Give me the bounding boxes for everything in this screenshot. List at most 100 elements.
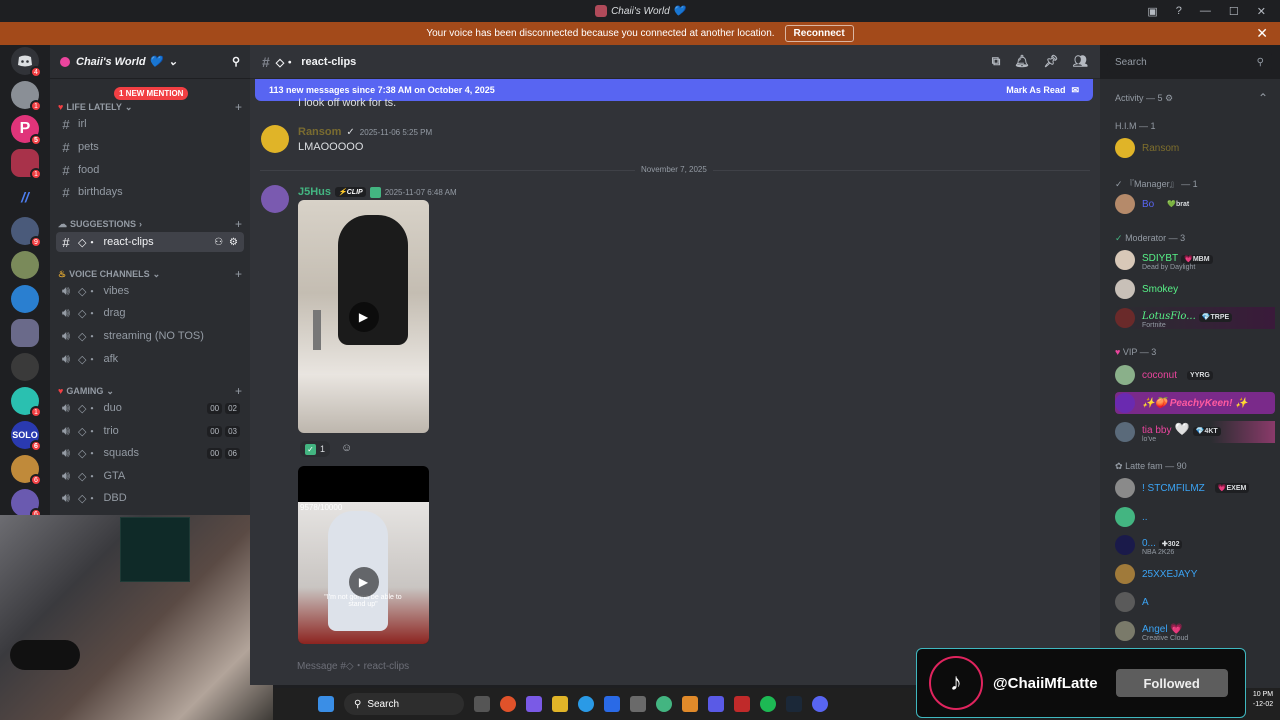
taskbar-search[interactable]: ⚲ Search <box>344 693 464 715</box>
members-icon[interactable]: 👥︎ <box>1073 54 1088 69</box>
server-item[interactable]: SOLO 6 <box>11 421 42 452</box>
add-channel-icon[interactable]: + <box>235 267 242 281</box>
server-item[interactable] <box>11 353 39 381</box>
teams-icon[interactable] <box>708 696 724 712</box>
diamond-icon: ◇・ <box>275 56 296 69</box>
voice-channel-item[interactable]: 🔊︎ ◇・ DBD <box>56 488 244 508</box>
discord-icon[interactable] <box>812 696 828 712</box>
member-item[interactable]: Angel 💗 Creative Cloud <box>1115 620 1275 642</box>
reconnect-button[interactable]: Reconnect <box>784 25 854 42</box>
member-item[interactable]: 0... ✚302 NBA 2K26 <box>1115 534 1275 556</box>
threads-icon[interactable]: ⧉ <box>992 54 1001 69</box>
channel-item-react-clips[interactable]: # ◇・ react-clips ⚇ ⚙ <box>56 232 244 252</box>
play-icon[interactable]: ▶ <box>348 567 379 597</box>
channel-item[interactable]: # food <box>56 160 244 180</box>
member-item[interactable]: ! STCMFILMZ 💗EXEM <box>1115 477 1275 499</box>
bell-icon[interactable]: 🔔︎ <box>1014 54 1029 69</box>
new-mention-pill[interactable]: 1 NEW MENTION <box>114 87 189 100</box>
category-suggestions[interactable]: ☁ SUGGESTIONS › + <box>58 217 242 231</box>
app-icon[interactable] <box>500 696 516 712</box>
voice-channel-item[interactable]: 🔊︎ ◇・ GTA <box>56 466 244 486</box>
member-item[interactable]: 25XXEJAYY <box>1115 563 1275 585</box>
play-icon[interactable]: ▶ <box>348 301 379 332</box>
server-item[interactable] <box>11 319 39 347</box>
server-item[interactable]: 6 <box>11 489 42 520</box>
add-channel-icon[interactable]: + <box>235 217 242 231</box>
inbox-icon[interactable]: ▣ <box>1147 5 1157 18</box>
voice-channel-item[interactable]: 🔊︎ ◇・ squads 00 06 <box>56 443 244 463</box>
avatar[interactable] <box>261 125 289 153</box>
category-life-lately[interactable]: ♥ LIFE LATELY ⌄ + <box>58 100 242 114</box>
member-item[interactable]: SDIYBT 💗MBM Dead by Daylight <box>1115 249 1275 271</box>
edge-icon[interactable] <box>578 696 594 712</box>
app-icon[interactable] <box>734 696 750 712</box>
member-item[interactable]: tia bby 🤍 💎4KT lo've <box>1115 421 1275 443</box>
mark-as-read-button[interactable]: Mark As Read <box>1006 85 1065 95</box>
member-item[interactable]: Ransom <box>1115 137 1275 159</box>
search-input[interactable]: Search ⚲ <box>1107 52 1272 72</box>
voice-channel-item[interactable]: 🔊︎ ◇・ drag <box>56 303 244 323</box>
server-item[interactable] <box>11 251 39 279</box>
folder-icon[interactable] <box>552 696 568 712</box>
avatar[interactable] <box>261 185 289 213</box>
store-icon[interactable] <box>604 696 620 712</box>
invite-icon[interactable]: ⚇ <box>214 237 223 248</box>
username[interactable]: J5Hus <box>298 186 331 198</box>
add-channel-icon[interactable]: + <box>235 384 242 398</box>
maximize-button[interactable]: ☐ <box>1229 5 1239 18</box>
server-item[interactable]: 6 <box>11 455 42 486</box>
server-boost-icon <box>60 56 70 67</box>
channel-item[interactable]: # birthdays <box>56 182 244 202</box>
server-item[interactable]: 1 <box>11 387 42 418</box>
taskbar-clock[interactable]: 10 PM -12-02 <box>1246 690 1280 718</box>
username[interactable]: Ransom <box>298 126 341 138</box>
server-item[interactable]: 1 <box>11 81 42 112</box>
close-icon[interactable]: ✕ <box>1256 25 1268 42</box>
member-item[interactable]: A <box>1115 591 1275 613</box>
voice-channel-item[interactable]: 🔊︎ ◇・ vibes <box>56 281 244 301</box>
member-item[interactable]: ✨🍑 PeachyKeen! ✨ <box>1115 392 1275 414</box>
task-view-icon[interactable] <box>474 696 490 712</box>
chrome-icon[interactable] <box>656 696 672 712</box>
minimize-button[interactable]: — <box>1200 5 1211 17</box>
voice-channel-item[interactable]: 🔊︎ ◇・ afk <box>56 349 244 369</box>
video-attachment[interactable]: ▶ <box>298 200 429 433</box>
category-voice[interactable]: ♨ VOICE CHANNELS ⌄ + <box>58 267 242 281</box>
gear-icon[interactable]: ⚙ <box>229 237 238 248</box>
reaction-checkmark[interactable]: ✓ 1 <box>300 441 331 457</box>
server-item[interactable] <box>11 285 39 313</box>
help-icon[interactable]: ? <box>1176 5 1182 17</box>
channel-item[interactable]: # irl <box>56 114 244 134</box>
voice-channel-item[interactable]: 🔊︎ ◇・ streaming (NO TOS) <box>56 326 244 346</box>
app-icon[interactable] <box>630 696 646 712</box>
server-item[interactable]: P5 <box>11 115 42 146</box>
server-header[interactable]: Chaii's World 💙 ⌄ ⚲ <box>50 45 250 79</box>
add-channel-icon[interactable]: + <box>235 100 242 114</box>
server-item-active[interactable]: 1 <box>11 149 42 180</box>
category-gaming[interactable]: ♥ GAMING ⌄ + <box>58 384 242 398</box>
member-item[interactable]: LotusFlo... 💎TRPE Fortnite <box>1115 307 1275 329</box>
server-item[interactable]: // <box>11 183 39 211</box>
member-item[interactable]: .. <box>1115 506 1275 528</box>
taskbar-search-label: Search <box>367 698 400 710</box>
add-reaction-icon[interactable]: ☺ <box>341 442 352 454</box>
chevron-up-icon[interactable]: ⌃ <box>1258 91 1268 105</box>
copilot-icon[interactable] <box>526 696 542 712</box>
close-button[interactable]: ✕ <box>1257 5 1266 18</box>
activity-header[interactable]: Activity — 5 ⚙ <box>1115 93 1173 104</box>
voice-channel-item[interactable]: 🔊︎ ◇・ duo 00 02 <box>56 398 244 418</box>
member-item[interactable]: Bo 💚brat <box>1115 193 1275 215</box>
channel-item[interactable]: # pets <box>56 137 244 157</box>
member-item[interactable]: Smokey <box>1115 278 1275 300</box>
server-item[interactable]: 9 <box>11 217 42 248</box>
pin-icon[interactable]: 📌︎ <box>1044 54 1059 69</box>
app-icon[interactable] <box>682 696 698 712</box>
add-friend-icon[interactable]: ⚲ <box>232 55 240 68</box>
member-item[interactable]: coconut YYRG <box>1115 364 1275 386</box>
start-icon[interactable] <box>318 696 334 712</box>
voice-channel-item[interactable]: 🔊︎ ◇・ trio 00 03 <box>56 421 244 441</box>
steam-icon[interactable] <box>786 696 802 712</box>
spotify-icon[interactable] <box>760 696 776 712</box>
home-button[interactable]: 4 <box>11 47 42 78</box>
video-attachment[interactable]: 9578/10000 "I'm not gonna be able to sta… <box>298 466 429 644</box>
